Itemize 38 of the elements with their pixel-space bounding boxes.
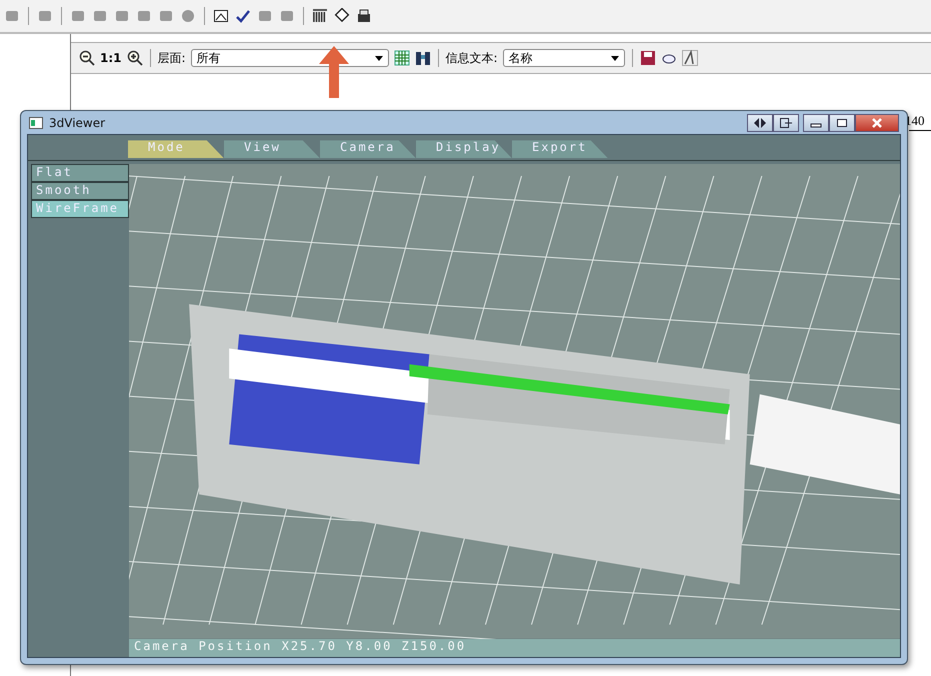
layer-label: 层面:	[158, 50, 186, 66]
printer-icon[interactable]	[356, 8, 372, 24]
terminal-strip-icon[interactable]	[312, 8, 328, 24]
export-icon	[780, 118, 792, 128]
maximize-button[interactable]	[829, 114, 855, 132]
arrow-drawing	[319, 46, 349, 98]
minimize-button[interactable]	[803, 114, 829, 132]
tab[interactable]: Export	[512, 140, 608, 158]
caret-icon	[374, 56, 383, 60]
tab[interactable]: Display	[416, 140, 512, 158]
mode-button[interactable]: Smooth	[31, 182, 129, 200]
zoom-reset-button[interactable]: 1:1	[100, 51, 122, 65]
picture-icon[interactable]	[213, 8, 229, 24]
mode-button[interactable]: WireFrame	[31, 200, 129, 218]
check-icon[interactable]	[235, 8, 251, 24]
layer-dropdown[interactable]: 所有	[190, 49, 389, 67]
maximize-icon	[836, 118, 848, 128]
save-icon[interactable]	[640, 50, 656, 66]
close-button[interactable]	[855, 114, 899, 132]
tab[interactable]: Camera	[320, 140, 416, 158]
mode-button[interactable]: Flat	[31, 164, 129, 182]
caret-icon	[610, 56, 619, 60]
split-icon	[754, 118, 766, 128]
zoom-out-icon[interactable]	[79, 50, 95, 66]
export-button[interactable]	[773, 114, 799, 132]
zoom-in-icon[interactable]	[126, 50, 142, 66]
tab[interactable]: View	[224, 140, 320, 158]
app-icon	[29, 116, 43, 129]
info-text-label: 信息文本:	[446, 50, 498, 66]
ruler-label: 140	[905, 113, 924, 129]
status-bar: Camera Position X25.70 Y8.00 Z150.00	[129, 639, 900, 657]
tab[interactable]: Mode	[128, 140, 224, 158]
info-text-dropdown[interactable]: 名称	[502, 49, 625, 67]
split-button[interactable]	[747, 114, 773, 132]
close-icon	[871, 118, 883, 128]
binoculars-icon[interactable]	[414, 50, 431, 66]
grid-icon[interactable]	[394, 50, 410, 66]
window-title: 3dViewer	[49, 116, 106, 130]
